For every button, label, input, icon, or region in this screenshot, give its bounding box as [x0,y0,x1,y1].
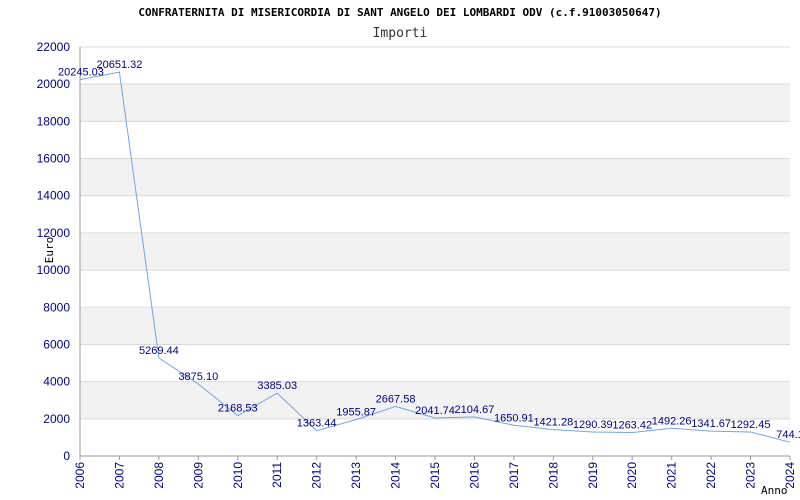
data-label: 1290.39 [573,419,613,431]
data-label: 20651.32 [96,59,142,71]
y-tick-label: 18000 [37,114,71,128]
y-tick-label: 0 [63,449,70,463]
x-tick-label: 2012 [310,462,324,489]
grid-band [80,232,790,271]
chart-title: CONFRATERNITA DI MISERICORDIA DI SANT AN… [138,6,661,19]
data-label: 3875.10 [178,371,218,383]
x-tick-label: 2011 [270,462,284,488]
data-label: 1263.42 [612,420,652,432]
x-tick-label: 2019 [586,462,600,489]
x-tick-label: 2017 [507,462,521,489]
x-tick-label: 2014 [389,462,403,489]
data-label: 3385.03 [257,380,297,392]
y-axis-label: Euro [43,237,56,264]
data-label: 2168.53 [218,403,258,415]
data-label: 2667.58 [376,393,416,405]
chart-subtitle: Importi [373,26,428,41]
y-tick-label: 10000 [37,263,71,277]
background-bands [80,84,790,419]
y-tick-label: 8000 [43,300,70,314]
y-tick-label: 4000 [43,375,70,389]
x-tick-label: 2007 [112,462,126,489]
data-label: 744.1 [776,429,800,441]
chart: CONFRATERNITA DI MISERICORDIA DI SANT AN… [37,6,800,497]
grid-band [80,158,790,196]
data-label: 2104.67 [455,404,495,416]
x-tick-label: 2016 [467,462,481,489]
data-label: 1492.26 [652,415,692,427]
y-tick-label: 16000 [37,152,71,166]
data-label: 2041.74 [415,405,455,417]
data-label: 1955.87 [336,407,376,419]
grid-band [80,307,790,345]
data-label: 5269.44 [139,345,179,357]
y-tick-label: 22000 [37,40,71,54]
data-label: 1363.44 [297,418,337,430]
y-tick-label: 14000 [37,189,71,203]
grid-band [80,84,790,122]
y-tick-label: 6000 [43,337,70,351]
x-tick-label: 2021 [665,462,679,489]
x-tick-labels: 2006 2007 2008 2009 2010 2011 2012 2013 2014 2015… [73,456,797,489]
x-tick-label: 2015 [428,462,442,489]
x-tick-label: 2009 [191,462,205,489]
x-tick-label: 2023 [744,462,758,489]
data-label: 1292.45 [731,419,771,431]
data-label: 1421.28 [533,417,573,429]
x-tick-label: 2006 [73,462,87,489]
x-tick-label: 2022 [704,462,718,489]
y-tick-label: 2000 [43,412,70,426]
y-tick-label: 20000 [37,77,71,91]
data-label: 1650.91 [494,412,534,424]
x-tick-label: 2020 [625,462,639,489]
x-tick-label: 2008 [152,462,166,489]
x-tick-label: 2024 [783,462,797,489]
data-label: 1341.67 [691,418,731,430]
x-tick-label: 2018 [546,462,560,489]
y-tick-label: 12000 [37,226,71,240]
x-tick-label: 2010 [231,462,245,489]
x-tick-label: 2013 [349,462,363,489]
